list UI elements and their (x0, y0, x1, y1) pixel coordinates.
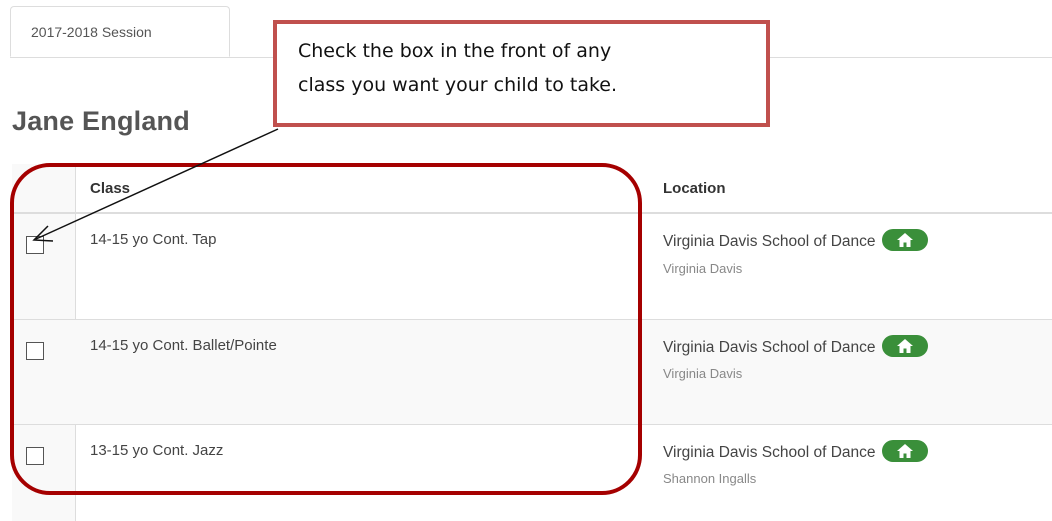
student-name-heading: Jane England (12, 106, 190, 136)
home-badge[interactable] (881, 440, 928, 462)
location-name: Virginia Davis School of Dance (663, 339, 876, 357)
class-name: 13-15 yo Cont. Jazz (90, 442, 224, 459)
class-name: 14-15 yo Cont. Ballet/Pointe (90, 337, 277, 354)
home-icon (896, 339, 913, 353)
table-row: 13-15 yo Cont. Jazz Virginia Davis Schoo… (12, 425, 1052, 521)
header-location: Location (663, 180, 726, 197)
location-cell: Virginia Davis School of Dance (663, 440, 928, 464)
home-icon (896, 444, 913, 458)
location-cell: Virginia Davis School of Dance (663, 229, 928, 253)
table-header: Class Location (12, 164, 1052, 214)
instruction-callout: Check the box in the front of any class … (273, 20, 770, 127)
table-row: 14-15 yo Cont. Ballet/Pointe Virginia Da… (12, 320, 1052, 425)
callout-line-2: class you want your child to take. (298, 74, 618, 96)
teacher-name: Virginia Davis (663, 366, 743, 381)
table-row: 14-15 yo Cont. Tap Virginia Davis School… (12, 214, 1052, 320)
home-badge[interactable] (881, 229, 928, 251)
callout-line-1: Check the box in the front of any (298, 40, 612, 62)
teacher-name: Shannon Ingalls (663, 471, 757, 486)
class-name: 14-15 yo Cont. Tap (90, 231, 217, 248)
class-checkbox[interactable] (26, 236, 44, 254)
location-cell: Virginia Davis School of Dance (663, 335, 928, 359)
home-icon (896, 233, 913, 247)
home-badge[interactable] (881, 335, 928, 357)
tab-label: 2017-2018 Session (31, 24, 152, 40)
location-name: Virginia Davis School of Dance (663, 444, 876, 462)
classes-table: Class Location 14-15 yo Cont. Tap Virgin… (12, 164, 1052, 521)
location-name: Virginia Davis School of Dance (663, 233, 876, 251)
header-class: Class (90, 180, 131, 197)
class-checkbox[interactable] (26, 447, 44, 465)
teacher-name: Virginia Davis (663, 261, 743, 276)
tab-2017-2018-session[interactable]: 2017-2018 Session (10, 6, 230, 57)
class-checkbox[interactable] (26, 342, 44, 360)
